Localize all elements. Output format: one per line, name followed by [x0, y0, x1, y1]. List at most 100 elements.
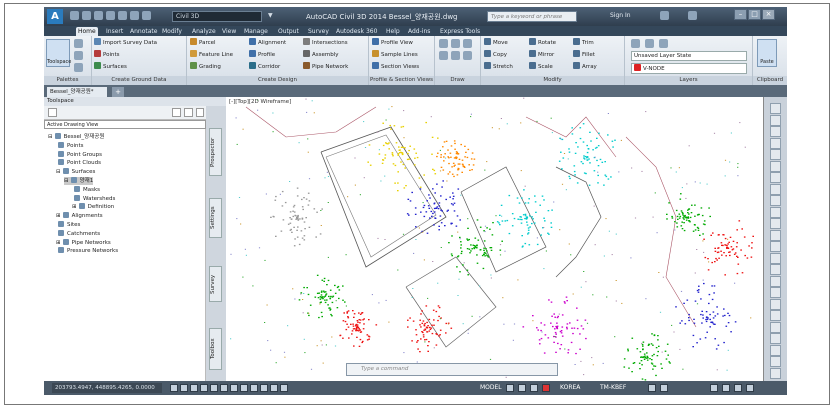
quick-view-icon[interactable]	[518, 384, 526, 392]
arc-icon[interactable]	[463, 39, 472, 48]
nav-tool-icon[interactable]	[770, 264, 781, 275]
lineweight-toggle-icon[interactable]	[250, 384, 258, 392]
tree-expander[interactable]: ⊟	[56, 169, 61, 175]
assembly-button[interactable]: Assembly	[303, 50, 339, 59]
profile-button[interactable]: Profile	[249, 50, 275, 59]
tree-item[interactable]: ⊞ Pipe Networks	[56, 238, 111, 247]
view-dropdown[interactable]: Active Drawing View	[44, 120, 206, 129]
intersections-button[interactable]: Intersections	[303, 38, 348, 47]
save-icon[interactable]	[94, 11, 103, 20]
layout-icon[interactable]	[506, 384, 514, 392]
trim-button[interactable]: Trim	[573, 38, 594, 47]
ortho-toggle-icon[interactable]	[190, 384, 198, 392]
tree-item[interactable]: Point Clouds	[56, 159, 101, 167]
nav-tool-icon[interactable]	[770, 241, 781, 252]
tree-item[interactable]: Points	[56, 141, 84, 150]
nav-tool-icon[interactable]	[770, 287, 781, 298]
osnap-toggle-icon[interactable]	[210, 384, 218, 392]
tab-survey[interactable]: Survey	[209, 266, 222, 302]
tree-item[interactable]: Point Groups	[56, 150, 102, 159]
surfaces-button[interactable]: Surfaces	[94, 62, 127, 71]
copy-button[interactable]: Copy	[484, 50, 507, 59]
grading-button[interactable]: Grading	[190, 62, 221, 71]
nav-tool-icon[interactable]	[770, 172, 781, 183]
nav-tool-icon[interactable]	[770, 321, 781, 333]
tab-autodesk-360[interactable]: Autodesk 360	[334, 27, 379, 36]
nav-tool-icon[interactable]	[770, 298, 781, 310]
points-button[interactable]: Points	[94, 50, 120, 59]
tree-expander[interactable]: ⊞	[56, 213, 61, 219]
drawing-canvas[interactable]: [-][Top][2D Wireframe]	[226, 97, 763, 381]
tree-expander[interactable]: ⊞	[72, 204, 77, 210]
new-icon[interactable]	[70, 11, 79, 20]
corridor-button[interactable]: Corridor	[249, 62, 280, 71]
new-tab-button[interactable]: +	[112, 87, 124, 97]
grid-icon[interactable]	[74, 63, 83, 72]
tab-output[interactable]: Output	[276, 27, 301, 36]
scale-button[interactable]: Scale	[529, 62, 553, 71]
tab-add-ins[interactable]: Add-ins	[406, 27, 432, 36]
command-line-input[interactable]: Type a command	[346, 363, 558, 376]
open-icon[interactable]	[82, 11, 91, 20]
app-logo-button[interactable]: A	[47, 9, 63, 24]
nav-tool-icon[interactable]	[770, 160, 781, 172]
hardware-icon[interactable]	[710, 384, 718, 392]
toolspace-button[interactable]: Toolspace	[46, 39, 71, 67]
workspace-icon[interactable]	[648, 384, 656, 392]
minimize-button[interactable]: –	[734, 9, 747, 20]
customize-icon[interactable]	[746, 384, 754, 392]
profile-view-button[interactable]: Profile View	[372, 38, 413, 47]
tab-manage[interactable]: Manage	[242, 27, 270, 36]
tab-help[interactable]: Help	[384, 27, 402, 36]
tree-item[interactable]: Catchments	[56, 229, 100, 238]
tab-toolbox[interactable]: Toolbox	[209, 328, 222, 370]
viewport-label[interactable]: [-][Top][2D Wireframe]	[229, 99, 291, 105]
layer-dropdown[interactable]: V-NODE	[631, 63, 747, 74]
grid-toggle-icon[interactable]	[180, 384, 188, 392]
clean-screen-icon[interactable]	[734, 384, 742, 392]
tab-view[interactable]: View	[220, 27, 238, 36]
section-views-button[interactable]: Section Views	[372, 62, 419, 71]
help-icon[interactable]	[196, 108, 204, 117]
pipe-network-button[interactable]: Pipe Network	[303, 62, 348, 71]
search-icon[interactable]	[48, 108, 57, 117]
tree-expander[interactable]: ⊟	[48, 134, 53, 140]
tab-annotate[interactable]: Annotate	[128, 27, 159, 36]
snap-toggle-icon[interactable]	[170, 384, 178, 392]
nav-tool-icon[interactable]	[770, 275, 781, 287]
paste-button[interactable]: Paste	[757, 39, 777, 67]
nav-tool-icon[interactable]	[770, 310, 781, 321]
save-as-icon[interactable]	[106, 11, 115, 20]
move-button[interactable]: Move	[484, 38, 508, 47]
annotation-icon[interactable]	[542, 384, 550, 392]
tree-item[interactable]: ⊟ Surfaces	[56, 168, 95, 176]
array-button[interactable]: Array	[573, 62, 597, 71]
preview-icon[interactable]	[172, 108, 181, 117]
layer-properties-icon[interactable]	[631, 39, 640, 48]
lock-icon[interactable]	[660, 384, 668, 392]
nav-tool-icon[interactable]	[770, 137, 781, 149]
mirror-button[interactable]: Mirror	[529, 50, 554, 59]
layer-match-icon[interactable]	[645, 39, 654, 48]
layer-isolate-icon[interactable]	[659, 39, 668, 48]
polar-toggle-icon[interactable]	[200, 384, 208, 392]
ducs-toggle-icon[interactable]	[230, 384, 238, 392]
isolate-icon[interactable]	[722, 384, 730, 392]
nav-tool-icon[interactable]	[770, 183, 781, 195]
import-survey-button[interactable]: Import Survey Data	[94, 38, 157, 47]
tree-item[interactable]: Masks	[72, 185, 100, 194]
alignment-button[interactable]: Alignment	[249, 38, 286, 47]
workspace-dropdown[interactable]: Civil 3D	[172, 11, 262, 22]
sign-in-link[interactable]: Sign In	[610, 12, 631, 19]
nav-tool-icon[interactable]	[770, 252, 781, 264]
tree-item[interactable]: ⊟ Bessel_양재공원	[48, 133, 104, 141]
tab-insert[interactable]: Insert	[104, 27, 125, 36]
exchange-icon[interactable]	[660, 11, 669, 20]
nav-tool-icon[interactable]	[770, 333, 781, 344]
tab-express-tools[interactable]: Express Tools	[438, 27, 482, 36]
tab-analyze[interactable]: Analyze	[190, 27, 218, 36]
stretch-button[interactable]: Stretch	[484, 62, 513, 71]
tree-item[interactable]: Watersheds	[72, 194, 115, 203]
nav-tool-icon[interactable]	[770, 195, 781, 206]
hatch-icon[interactable]	[451, 51, 460, 60]
